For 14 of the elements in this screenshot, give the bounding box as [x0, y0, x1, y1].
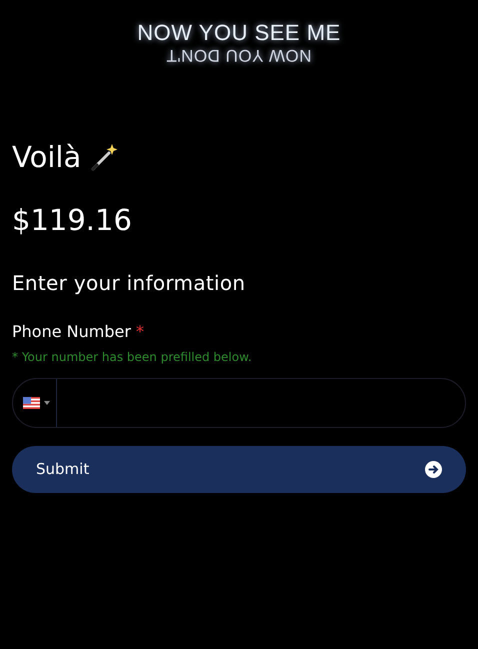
price: $119.16: [12, 202, 133, 238]
magic-wand-icon: [89, 142, 120, 172]
heading: Voilà: [12, 140, 82, 175]
logo-text-reflection: NOW YOU DON'T: [166, 47, 312, 64]
hint-text: * Your number has been prefilled below.: [12, 348, 253, 366]
logo-text: NOW YOU SEE ME: [137, 22, 341, 44]
phone-input-field[interactable]: [12, 378, 466, 428]
submit-button[interactable]: Submit: [12, 446, 466, 493]
arrow-right-icon: [425, 460, 442, 478]
caret-icon: [44, 400, 50, 405]
section-title: Enter your information: [12, 270, 246, 297]
flag-icon: [23, 396, 40, 409]
field-label: Phone Number: [12, 322, 131, 341]
required-mark: *: [136, 322, 144, 341]
